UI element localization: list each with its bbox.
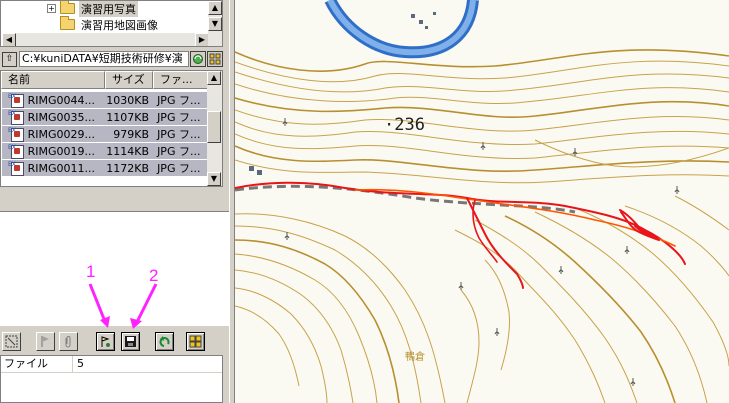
file-list-scrollbar[interactable]: ▲ ▼ xyxy=(207,71,222,186)
path-field[interactable]: C:¥kuniDATA¥短期技術研修¥演 xyxy=(19,51,189,67)
column-name[interactable]: 名前 xyxy=(1,71,105,89)
elevation-label: ·236 xyxy=(384,115,425,135)
tree-item-photos[interactable]: + 演習用写真 xyxy=(47,1,138,17)
map-markers xyxy=(249,12,436,175)
file-type: JPG フ... xyxy=(157,145,201,158)
file-name: RIMG0044... xyxy=(27,93,95,107)
image-file-icon: EX xyxy=(8,110,28,125)
column-size[interactable]: サイズ xyxy=(105,71,153,89)
scroll-down-arrow-icon[interactable]: ▼ xyxy=(207,172,221,186)
file-size: 1030KB xyxy=(106,93,150,107)
annotation-label-1: 1 xyxy=(86,262,96,281)
file-size: 1107KB xyxy=(106,110,150,124)
tree-vertical-scrollbar[interactable]: ▲ ▼ xyxy=(208,1,222,46)
file-name: RIMG0011... xyxy=(27,161,95,175)
road xyxy=(235,184,576,214)
refresh-button[interactable] xyxy=(190,51,206,67)
file-type: JPG フ... xyxy=(157,94,201,107)
vegetation-symbols xyxy=(282,118,680,386)
column-type[interactable]: ファ... xyxy=(153,71,209,89)
river-inner xyxy=(327,0,476,56)
tree-horizontal-scrollbar[interactable]: ◀ ▶ xyxy=(2,33,209,46)
file-type: JPG フ... xyxy=(157,162,201,175)
path-bar: ⇧ C:¥kuniDATA¥短期技術研修¥演 xyxy=(0,50,223,68)
file-row[interactable]: EX RIMG0019... 1114KB JPG フ... xyxy=(2,143,208,159)
folder-up-icon[interactable]: ⇧ xyxy=(2,51,17,67)
file-type: JPG フ... xyxy=(157,111,201,124)
scroll-right-arrow-icon[interactable]: ▶ xyxy=(195,33,209,46)
tree-item-label: 演習用写真 xyxy=(79,1,138,17)
file-type: JPG フ... xyxy=(157,128,201,141)
map-pin-icon xyxy=(101,336,110,347)
annotation-arrows xyxy=(88,283,158,329)
refresh-icon xyxy=(193,54,203,64)
grid-icon xyxy=(209,53,221,65)
tool-bar xyxy=(0,330,229,352)
file-size: 979KB xyxy=(113,127,150,141)
undo-icon xyxy=(159,336,170,347)
grid-icon xyxy=(189,335,202,348)
image-file-icon: EX xyxy=(8,93,28,108)
tree-item-map-images[interactable]: 演習用地図画像 xyxy=(60,16,160,32)
expand-icon[interactable]: + xyxy=(47,4,56,13)
scroll-left-arrow-icon[interactable]: ◀ xyxy=(2,33,16,46)
left-panel: + 演習用写真 演習用地図画像 ◀ ▶ ▲ ▼ ⇧ C:¥kuniDATA¥短期… xyxy=(0,0,229,403)
file-name: RIMG0035... xyxy=(27,110,95,124)
flag-icon xyxy=(41,336,49,347)
folder-icon xyxy=(60,16,75,30)
add-point-button[interactable] xyxy=(96,332,115,351)
map-view[interactable]: ·236 鴨倉 xyxy=(235,0,729,403)
file-row[interactable]: EX RIMG0011... 1172KB JPG フ... xyxy=(2,160,208,176)
view-mode-button[interactable] xyxy=(207,51,223,67)
property-key: ファイル xyxy=(1,356,73,372)
tree-item-label: 演習用地図画像 xyxy=(81,18,158,32)
place-label: 鴨倉 xyxy=(405,350,425,363)
file-row[interactable]: EX RIMG0044... 1030KB JPG フ... xyxy=(2,92,208,108)
save-icon xyxy=(125,336,136,347)
file-size: 1172KB xyxy=(106,161,150,175)
scroll-thumb[interactable] xyxy=(207,111,221,143)
file-size: 1114KB xyxy=(106,144,150,158)
attach-button[interactable] xyxy=(59,332,78,351)
folder-tree[interactable]: + 演習用写真 演習用地図画像 ◀ ▶ ▲ ▼ xyxy=(0,0,223,47)
image-file-icon: EX xyxy=(8,161,28,176)
image-file-icon: EX xyxy=(8,144,28,159)
gps-track xyxy=(235,181,686,289)
file-list[interactable]: 名前 サイズ ファ... EX RIMG0044... 1030KB JPG フ… xyxy=(0,70,223,187)
file-row[interactable]: EX RIMG0035... 1107KB JPG フ... xyxy=(2,109,208,125)
scroll-up-arrow-icon[interactable]: ▲ xyxy=(208,1,222,15)
file-name: RIMG0029... xyxy=(27,127,95,141)
topographic-map[interactable]: ·236 鴨倉 xyxy=(235,0,729,403)
property-grid: ファイル 5 xyxy=(0,355,223,403)
file-name: RIMG0019... xyxy=(27,144,95,158)
property-value[interactable]: 5 xyxy=(73,356,222,372)
flag-button[interactable] xyxy=(36,332,55,351)
paperclip-icon xyxy=(65,336,71,348)
scroll-down-arrow-icon[interactable]: ▼ xyxy=(208,17,222,31)
scroll-up-arrow-icon[interactable]: ▲ xyxy=(207,71,221,85)
grid-view-button[interactable] xyxy=(186,332,205,351)
property-row[interactable]: ファイル 5 xyxy=(1,356,222,373)
file-row[interactable]: EX RIMG0029... 979KB JPG フ... xyxy=(2,126,208,142)
select-button[interactable] xyxy=(2,332,21,351)
save-button[interactable] xyxy=(121,332,140,351)
undo-button[interactable] xyxy=(155,332,174,351)
file-list-header: 名前 サイズ ファ... xyxy=(1,71,209,89)
image-file-icon: EX xyxy=(8,127,28,142)
folder-icon xyxy=(60,1,75,14)
select-icon xyxy=(5,335,18,348)
